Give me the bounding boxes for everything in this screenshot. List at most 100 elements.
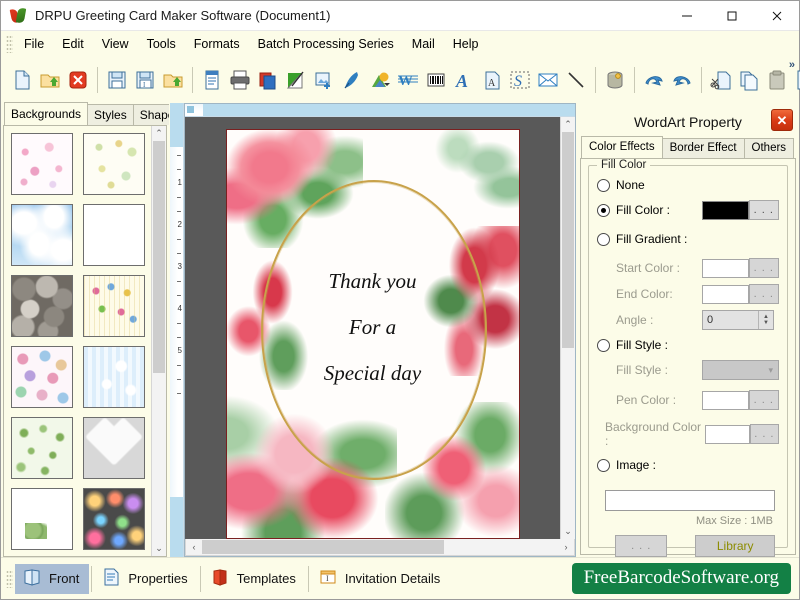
radio-fill-color[interactable] [597, 204, 610, 217]
canvas-horizontal-scrollbar[interactable]: ‹ › [185, 539, 575, 556]
option-image-row[interactable]: Image : [597, 456, 779, 474]
signature-icon[interactable]: S [506, 64, 534, 96]
canvas-scrollbar-track[interactable] [561, 132, 575, 524]
greeting-card[interactable]: Thank you For a Special day [226, 129, 520, 539]
image-path-input[interactable] [605, 490, 775, 511]
scroll-down-arrow-icon[interactable]: ⌄ [152, 541, 166, 556]
radio-none[interactable] [597, 179, 610, 192]
fill-style-dropdown[interactable]: ▾ [702, 360, 779, 380]
pen-color-swatch[interactable] [702, 391, 749, 410]
canvas-scroll-left-icon[interactable]: ‹ [186, 539, 202, 555]
card-layers-icon[interactable] [254, 64, 282, 96]
angle-stepper-arrows[interactable]: ▲ ▼ [758, 311, 773, 329]
menu-drag-grip[interactable] [6, 35, 13, 53]
bottom-tab-templates[interactable]: Templates [203, 564, 306, 594]
canvas-scrollbar-thumb[interactable] [562, 132, 574, 348]
text-tool-icon[interactable]: A [450, 64, 478, 96]
ruler-origin-marker[interactable] [187, 106, 194, 113]
option-fill-style-row[interactable]: Fill Style : [597, 336, 779, 354]
fill-color-browse-button[interactable]: . . . [749, 200, 779, 220]
menu-file[interactable]: File [15, 34, 53, 54]
tab-others[interactable]: Others [744, 138, 795, 158]
menu-view[interactable]: View [93, 34, 138, 54]
thumb-sky-clouds[interactable] [11, 204, 73, 266]
menu-edit[interactable]: Edit [53, 34, 93, 54]
menu-help[interactable]: Help [444, 34, 488, 54]
save-as-icon[interactable]: I [131, 64, 159, 96]
maximize-button[interactable] [709, 1, 754, 31]
thumb-strawberries[interactable] [83, 204, 145, 266]
canvas-hscroll-track[interactable] [202, 539, 558, 555]
text-box-icon[interactable]: A [478, 64, 506, 96]
tab-color-effects[interactable]: Color Effects [581, 136, 663, 158]
menu-formats[interactable]: Formats [185, 34, 249, 54]
thumb-pine-trees[interactable] [11, 417, 73, 479]
close-button[interactable] [754, 1, 799, 31]
background-color-browse-button[interactable]: . . . [750, 424, 779, 444]
undo-icon[interactable] [640, 64, 668, 96]
minimize-button[interactable] [664, 1, 709, 31]
radio-fill-gradient[interactable] [597, 233, 610, 246]
envelope-icon[interactable] [534, 64, 562, 96]
print-icon[interactable] [226, 64, 254, 96]
canvas-vertical-scrollbar[interactable]: ⌃ ⌄ [560, 117, 575, 539]
background-color-swatch[interactable] [705, 425, 750, 444]
canvas-scroll-up-icon[interactable]: ⌃ [561, 117, 575, 132]
export-folder-icon[interactable] [159, 64, 187, 96]
scroll-up-arrow-icon[interactable]: ⌃ [152, 126, 166, 141]
end-color-browse-button[interactable]: . . . [749, 284, 779, 304]
scrollbar-thumb[interactable] [153, 141, 165, 373]
new-document-icon[interactable] [8, 64, 36, 96]
canvas-scroll-right-icon[interactable]: › [558, 539, 574, 555]
start-color-browse-button[interactable]: . . . [749, 258, 779, 278]
backgrounds-scrollbar[interactable]: ⌃ ⌄ [151, 126, 166, 556]
paste-icon[interactable] [763, 64, 791, 96]
angle-down-arrow-icon[interactable]: ▼ [763, 320, 769, 326]
pen-tool-icon[interactable] [338, 64, 366, 96]
panel-close-button[interactable]: ✕ [771, 109, 793, 131]
card-wordart-text[interactable]: Thank you For a Special day [227, 258, 519, 396]
pen-color-browse-button[interactable]: . . . [749, 390, 779, 410]
thumb-succulent[interactable] [11, 488, 73, 550]
option-fill-color-row[interactable]: Fill Color : . . . [597, 200, 779, 220]
barcode-icon[interactable] [422, 64, 450, 96]
line-tool-icon[interactable] [562, 64, 590, 96]
bottom-tab-properties[interactable]: Properties [94, 564, 197, 594]
bottom-bar-grip[interactable] [6, 570, 13, 588]
menu-mail[interactable]: Mail [403, 34, 444, 54]
option-fill-gradient-row[interactable]: Fill Gradient : [597, 230, 779, 248]
thumb-confetti-stripes[interactable] [83, 275, 145, 337]
save-icon[interactable] [103, 64, 131, 96]
cut-icon[interactable] [707, 64, 735, 96]
copy-icon[interactable] [735, 64, 763, 96]
bottom-tab-invitation-details[interactable]: I Invitation Details [311, 564, 450, 594]
menu-batch-processing-series[interactable]: Batch Processing Series [249, 34, 403, 54]
color-picker-icon[interactable] [282, 64, 310, 96]
canvas-viewport[interactable]: Thank you For a Special day [185, 117, 560, 539]
radio-fill-style[interactable] [597, 339, 610, 352]
tab-backgrounds[interactable]: Backgrounds [4, 102, 88, 125]
canvas-scroll-down-icon[interactable]: ⌄ [561, 524, 575, 539]
thumb-baby-pink[interactable] [11, 133, 73, 195]
thumb-bokeh-lights[interactable] [83, 488, 145, 550]
thumb-white-heart[interactable] [83, 417, 145, 479]
thumb-floral-pastel[interactable] [11, 346, 73, 408]
page-setup-icon[interactable] [198, 64, 226, 96]
open-folder-icon[interactable] [36, 64, 64, 96]
thumb-stone-wall[interactable] [11, 275, 73, 337]
bottom-tab-front[interactable]: Front [15, 564, 89, 594]
wordart-icon[interactable]: W [394, 64, 422, 96]
canvas-hscroll-thumb[interactable] [202, 540, 444, 554]
close-document-icon[interactable] [64, 64, 92, 96]
tab-border-effect[interactable]: Border Effect [662, 138, 745, 158]
tab-styles[interactable]: Styles [87, 104, 134, 125]
library-button[interactable]: Library [695, 535, 775, 557]
end-color-swatch[interactable] [702, 285, 749, 304]
toolbar-overflow-button[interactable]: » [789, 59, 795, 71]
redo-icon[interactable] [668, 64, 696, 96]
start-color-swatch[interactable] [702, 259, 749, 278]
option-none-row[interactable]: None [597, 176, 779, 194]
insert-image-icon[interactable] [310, 64, 338, 96]
radio-image[interactable] [597, 459, 610, 472]
scrollbar-track[interactable] [152, 141, 166, 541]
